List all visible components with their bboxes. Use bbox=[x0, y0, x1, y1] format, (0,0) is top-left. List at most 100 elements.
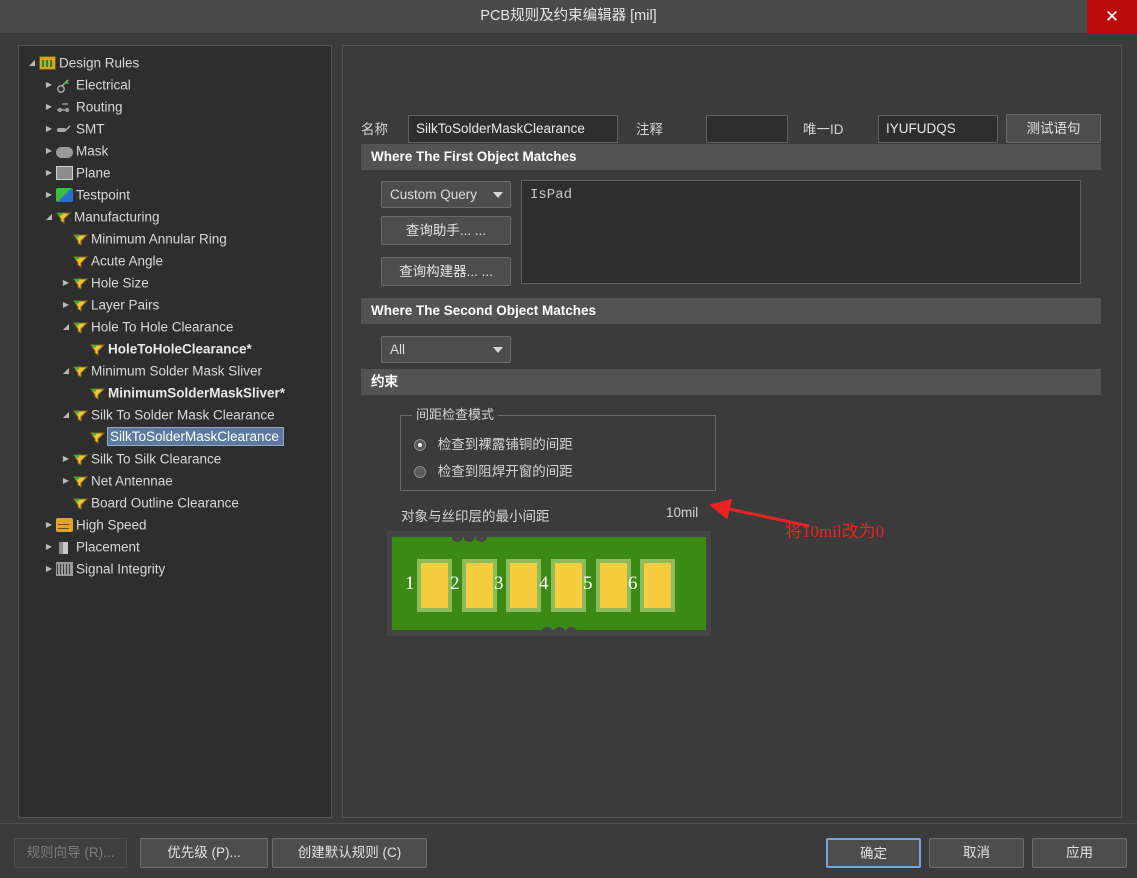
tree-item-holetoholeclearance[interactable]: HoleToHoleClearance* bbox=[19, 338, 331, 360]
flag-icon bbox=[73, 452, 89, 467]
radio-label: 检查到阻焊开窗的间距 bbox=[437, 464, 573, 479]
pcb-pad-number-4: 4 bbox=[539, 573, 549, 594]
tree-item-label: Layer Pairs bbox=[91, 297, 160, 313]
pcb-pad-4 bbox=[551, 559, 586, 612]
chevron-right-icon[interactable]: ▶ bbox=[59, 272, 73, 294]
tree-item-mask[interactable]: ▶ Mask bbox=[19, 140, 331, 162]
min-clearance-value[interactable]: 10mil bbox=[666, 505, 698, 520]
chevron-right-icon[interactable]: ▶ bbox=[42, 96, 56, 118]
tree-item-label: Board Outline Clearance bbox=[91, 495, 239, 511]
comment-input[interactable] bbox=[706, 115, 788, 143]
chevron-down-icon[interactable]: ◢ bbox=[59, 360, 73, 382]
chevron-right-icon[interactable]: ▶ bbox=[42, 514, 56, 536]
tree-item-design-rules[interactable]: ◢ Design Rules bbox=[19, 52, 331, 74]
query-helper-button[interactable]: 查询助手... ... bbox=[381, 216, 511, 245]
tree-item-acute-angle[interactable]: Acute Angle bbox=[19, 250, 331, 272]
close-button[interactable]: ✕ bbox=[1087, 0, 1137, 33]
chevron-down-icon[interactable]: ◢ bbox=[59, 404, 73, 426]
pcb-pad-number-6: 6 bbox=[628, 573, 638, 594]
tree-item-placement[interactable]: ▶ Placement bbox=[19, 536, 331, 558]
tree-item-layer-pairs[interactable]: ▶ Layer Pairs bbox=[19, 294, 331, 316]
tree-item-net-antennae[interactable]: ▶ Net Antennae bbox=[19, 470, 331, 492]
tree-item-label: Hole To Hole Clearance bbox=[91, 319, 234, 335]
create-default-rules-button[interactable]: 创建默认规则 (C) bbox=[272, 838, 427, 868]
first-object-scope-select[interactable]: Custom Query bbox=[381, 181, 511, 208]
test-query-button[interactable]: 测试语句 bbox=[1006, 114, 1101, 143]
tree-item-label: Manufacturing bbox=[74, 209, 160, 225]
apply-button[interactable]: 应用 bbox=[1032, 838, 1127, 868]
tree-item-plane[interactable]: ▶ Plane bbox=[19, 162, 331, 184]
radio-check-to-solder-mask-opening[interactable]: 检查到阻焊开窗的间距 bbox=[414, 460, 573, 480]
tree-item-label: Acute Angle bbox=[91, 253, 164, 269]
pcb-pad-6 bbox=[640, 559, 675, 612]
chevron-right-icon[interactable]: ▶ bbox=[42, 536, 56, 558]
tree-item-silk-to-silk-clearance[interactable]: ▶ Silk To Silk Clearance bbox=[19, 448, 331, 470]
second-object-scope-value: All bbox=[390, 342, 406, 357]
tree-item-minimum-annular-ring[interactable]: Minimum Annular Ring bbox=[19, 228, 331, 250]
chevron-right-icon[interactable]: ▶ bbox=[42, 162, 56, 184]
tree-item-smt[interactable]: ▶ SMT bbox=[19, 118, 331, 140]
tree-item-minimum-solder-mask-sliver[interactable]: ◢ Minimum Solder Mask Sliver bbox=[19, 360, 331, 382]
chevron-right-icon[interactable]: ▶ bbox=[42, 558, 56, 580]
rule-wizard-button[interactable]: 规则向导 (R)... bbox=[14, 838, 127, 868]
dialog-body: ◢ Design Rules ▶ Electrical ▶ Routing ▶ SMT ▶ Mas… bbox=[0, 33, 1137, 823]
tree-item-minimumsoldermasksliver[interactable]: MinimumSolderMaskSliver* bbox=[19, 382, 331, 404]
tree-item-testpoint[interactable]: ▶ Testpoint bbox=[19, 184, 331, 206]
flag-icon bbox=[73, 496, 89, 511]
tree-item-electrical[interactable]: ▶ Electrical bbox=[19, 74, 331, 96]
query-builder-button[interactable]: 查询构建器... ... bbox=[381, 257, 511, 286]
priority-button[interactable]: 优先级 (P)... bbox=[140, 838, 268, 868]
first-object-query-textarea[interactable]: IsPad bbox=[521, 180, 1081, 284]
tree-item-routing[interactable]: ▶ Routing bbox=[19, 96, 331, 118]
plane-icon bbox=[56, 166, 73, 181]
tree-item-label: Plane bbox=[76, 165, 111, 181]
chevron-right-icon[interactable]: ▶ bbox=[42, 184, 56, 206]
tree-item-board-outline-clearance[interactable]: Board Outline Clearance bbox=[19, 492, 331, 514]
cancel-button[interactable]: 取消 bbox=[929, 838, 1024, 868]
radio-check-to-bare-copper[interactable]: 检查到裸露铺铜的间距 bbox=[414, 433, 573, 453]
pcb-pad-number-1: 1 bbox=[405, 573, 415, 594]
chevron-right-icon[interactable]: ▶ bbox=[42, 140, 56, 162]
chevron-down-icon[interactable]: ◢ bbox=[25, 52, 39, 74]
tree-item-manufacturing[interactable]: ◢ Manufacturing bbox=[19, 206, 331, 228]
highspeed-icon bbox=[56, 518, 73, 533]
first-object-scope-value: Custom Query bbox=[390, 187, 478, 202]
tree-item-label: Testpoint bbox=[76, 187, 131, 203]
chevron-down-icon bbox=[493, 192, 503, 198]
tree-item-hole-to-hole-clearance[interactable]: ◢ Hole To Hole Clearance bbox=[19, 316, 331, 338]
flag-icon bbox=[73, 276, 89, 291]
smt-icon bbox=[56, 122, 73, 136]
chevron-right-icon[interactable]: ▶ bbox=[59, 448, 73, 470]
signalintegrity-icon bbox=[56, 562, 73, 577]
chevron-down-icon[interactable]: ◢ bbox=[42, 206, 56, 228]
radio-dot-icon bbox=[414, 439, 426, 451]
ok-button[interactable]: 确定 bbox=[826, 838, 921, 868]
tree-item-label: Silk To Solder Mask Clearance bbox=[91, 407, 275, 423]
tree-item-hole-size[interactable]: ▶ Hole Size bbox=[19, 272, 331, 294]
chevron-right-icon[interactable]: ▶ bbox=[59, 470, 73, 492]
second-object-scope-select[interactable]: All bbox=[381, 336, 511, 363]
pcb-pad-1 bbox=[417, 559, 452, 612]
flag-icon bbox=[73, 364, 89, 379]
tree-item-label: Mask bbox=[76, 143, 109, 159]
tree-item-silktosoldermaskclearance[interactable]: SilkToSolderMaskClearance bbox=[19, 426, 331, 448]
flag-icon bbox=[90, 342, 106, 357]
tree-item-silk-to-solder-mask-clearance[interactable]: ◢ Silk To Solder Mask Clearance bbox=[19, 404, 331, 426]
chevron-right-icon[interactable]: ▶ bbox=[59, 294, 73, 316]
tree-item-label: SMT bbox=[76, 121, 105, 137]
chevron-down-icon[interactable]: ◢ bbox=[59, 316, 73, 338]
pcb-pad-3 bbox=[506, 559, 541, 612]
tree-item-high-speed[interactable]: ▶ High Speed bbox=[19, 514, 331, 536]
design-rules-tree[interactable]: ◢ Design Rules ▶ Electrical ▶ Routing ▶ SMT ▶ Mas… bbox=[18, 45, 332, 818]
unique-id-input[interactable]: IYUFUDQS bbox=[878, 115, 998, 143]
chevron-right-icon[interactable]: ▶ bbox=[42, 118, 56, 140]
tree-item-signal-integrity[interactable]: ▶ Signal Integrity bbox=[19, 558, 331, 580]
name-input[interactable]: SilkToSolderMaskClearance bbox=[408, 115, 618, 143]
flag-icon bbox=[90, 430, 106, 445]
tree-item-label: MinimumSolderMaskSliver* bbox=[108, 385, 286, 401]
chevron-right-icon[interactable]: ▶ bbox=[42, 74, 56, 96]
